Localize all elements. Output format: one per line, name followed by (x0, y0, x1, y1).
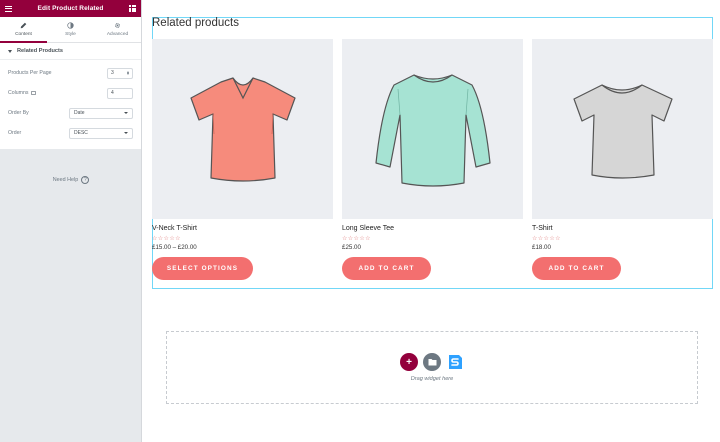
chevron-down-icon (124, 132, 128, 134)
control-columns: Columns 4 (8, 83, 133, 103)
tab-style-label: Style (65, 32, 76, 37)
related-products-heading: Related products (152, 17, 239, 29)
product-image[interactable] (532, 39, 713, 219)
tab-content-label: Content (15, 32, 32, 37)
add-template-button[interactable] (423, 353, 441, 371)
rating-stars: ☆☆☆☆☆ (152, 236, 181, 242)
widgets-grid-icon[interactable] (129, 5, 136, 12)
contrast-icon (67, 22, 74, 29)
rating-stars: ☆☆☆☆☆ (342, 236, 371, 242)
need-help-label: Need Help (52, 177, 79, 183)
add-to-cart-button[interactable]: ADD TO CART (342, 257, 431, 280)
columns-label: Columns (8, 90, 29, 96)
select-options-button[interactable]: SELECT OPTIONS (152, 257, 253, 280)
need-help-link[interactable]: Need Help ? (0, 176, 142, 184)
add-to-cart-button[interactable]: ADD TO CART (532, 257, 621, 280)
pencil-icon (20, 22, 27, 29)
panel-tabs: Content Style Advanced (0, 17, 141, 43)
tab-advanced[interactable]: Advanced (94, 17, 141, 42)
product-price: £25.00 (342, 244, 361, 251)
gear-icon (115, 23, 120, 28)
add-section-dropzone[interactable]: + Drag widget here (166, 331, 698, 404)
columns-value: 4 (111, 90, 114, 96)
order-select[interactable]: DESC (69, 127, 133, 139)
control-products-per-page: Products Per Page 3 (8, 63, 133, 83)
controls-list: Products Per Page 3 Columns 4 Order By D… (0, 60, 141, 149)
long-sleeve-shirt-image (374, 73, 491, 187)
plus-icon: + (406, 356, 412, 368)
per-page-label: Products Per Page (8, 70, 52, 76)
tab-style[interactable]: Style (47, 17, 94, 42)
panel-title: Edit Product Related (37, 5, 104, 12)
hamburger-menu-icon[interactable] (5, 5, 12, 12)
product-name[interactable]: Long Sleeve Tee (342, 225, 523, 232)
dropzone-text: Drag widget here (410, 376, 454, 382)
folder-icon (428, 359, 436, 366)
control-order-by: Order By Date (8, 103, 133, 123)
stepper-icon[interactable] (127, 70, 129, 76)
columns-input[interactable]: 4 (107, 87, 133, 99)
product-card: V-Neck T-Shirt ☆☆☆☆☆ £15.00 – £20.00 SEL… (152, 39, 333, 280)
envato-kit-button[interactable] (446, 353, 464, 371)
control-order: Order DESC (8, 123, 133, 143)
order-label: Order (8, 130, 22, 136)
panel-header: Edit Product Related (0, 0, 141, 17)
columns-label-group: Columns (8, 90, 37, 96)
product-name[interactable]: V-Neck T-Shirt (152, 225, 333, 232)
related-products-section: Related Products Products Per Page 3 Col… (0, 43, 141, 149)
section-title: Related Products (17, 48, 64, 54)
product-name[interactable]: T-Shirt (532, 225, 713, 232)
order-by-value: Date (74, 110, 85, 116)
brand-s-icon (449, 355, 462, 369)
product-card: Long Sleeve Tee ☆☆☆☆☆ £25.00 ADD TO CART (342, 39, 523, 280)
tab-advanced-label: Advanced (106, 32, 129, 37)
question-icon: ? (81, 176, 90, 184)
product-price: £15.00 – £20.00 (152, 244, 197, 251)
section-header[interactable]: Related Products (0, 43, 141, 60)
product-card: T-Shirt ☆☆☆☆☆ £18.00 ADD TO CART (532, 39, 713, 280)
per-page-input[interactable]: 3 (107, 67, 133, 79)
order-by-select[interactable]: Date (69, 107, 133, 119)
per-page-value: 3 (111, 70, 114, 76)
product-price: £18.00 (532, 244, 551, 251)
rating-stars: ☆☆☆☆☆ (532, 236, 561, 242)
chevron-down-icon (124, 112, 128, 114)
vneck-shirt-image (189, 77, 296, 182)
tab-content[interactable]: Content (0, 17, 47, 43)
add-section-button[interactable]: + (400, 353, 418, 371)
dropzone-actions: + (400, 353, 464, 371)
desktop-icon[interactable] (31, 91, 37, 95)
tshirt-image (572, 83, 673, 179)
product-image[interactable] (152, 39, 333, 219)
product-image[interactable] (342, 39, 523, 219)
caret-down-icon (8, 49, 12, 53)
order-by-label: Order By (8, 110, 29, 116)
editor-panel: Edit Product Related Content Style Advan… (0, 0, 142, 442)
order-value: DESC (74, 130, 88, 136)
